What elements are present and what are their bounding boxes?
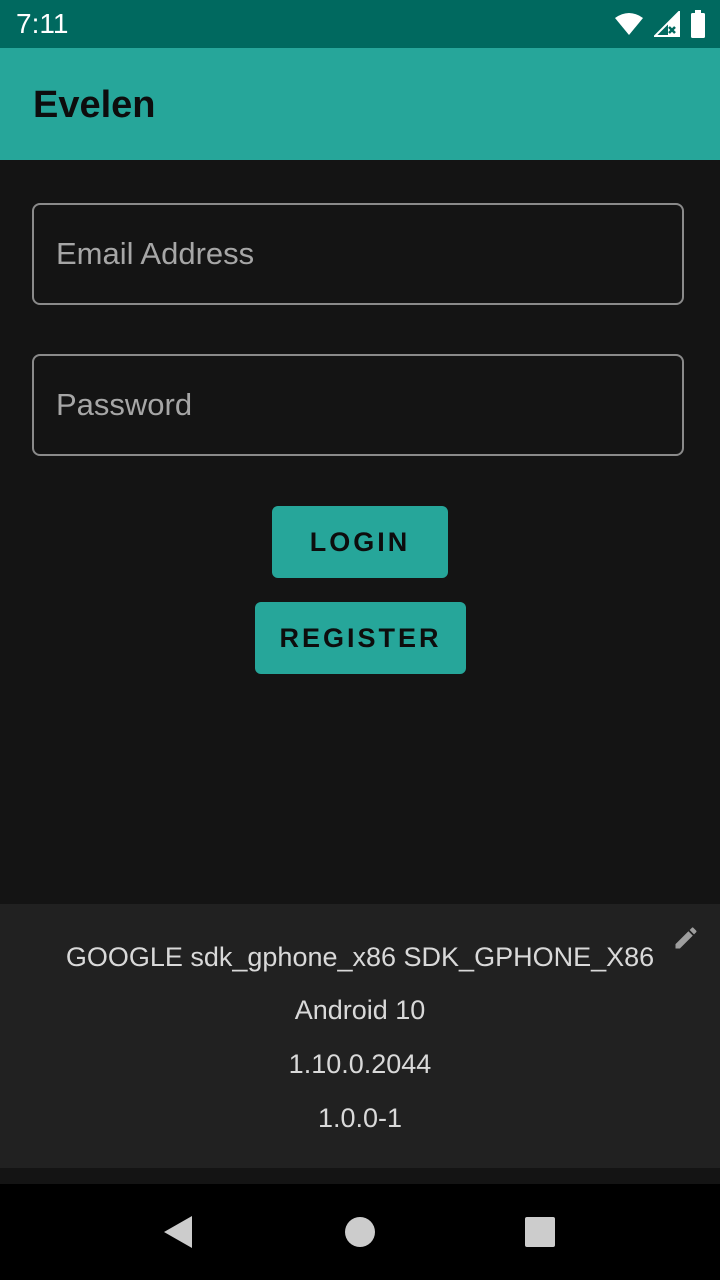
status-icons [614, 10, 706, 38]
device-name: GOOGLE sdk_gphone_x86 SDK_GPHONE_X86 [65, 942, 655, 972]
status-time: 7:11 [16, 8, 69, 39]
email-field[interactable] [32, 203, 684, 305]
signal-icon [654, 11, 680, 37]
recents-icon[interactable] [522, 1214, 558, 1250]
email-input[interactable] [34, 205, 682, 303]
wifi-icon [615, 13, 643, 35]
build-number: 1.10.0.2044 [288, 1049, 432, 1079]
password-input[interactable] [34, 356, 682, 454]
app-title: Evelen [33, 84, 156, 126]
login-button[interactable]: LOGIN [272, 506, 448, 578]
app-version: 1.0.0-1 [317, 1103, 403, 1133]
battery-icon [691, 10, 705, 38]
home-icon[interactable] [342, 1214, 378, 1250]
register-button[interactable]: REGISTER [255, 602, 466, 674]
android-version: Android 10 [294, 995, 426, 1025]
navigation-bar [0, 1184, 720, 1280]
password-field[interactable] [32, 354, 684, 456]
back-icon[interactable] [160, 1214, 196, 1250]
app-bar: Evelen [0, 48, 720, 160]
status-bar: 7:11 [0, 0, 720, 48]
device-info-panel: GOOGLE sdk_gphone_x86 SDK_GPHONE_X86 And… [0, 904, 720, 1168]
